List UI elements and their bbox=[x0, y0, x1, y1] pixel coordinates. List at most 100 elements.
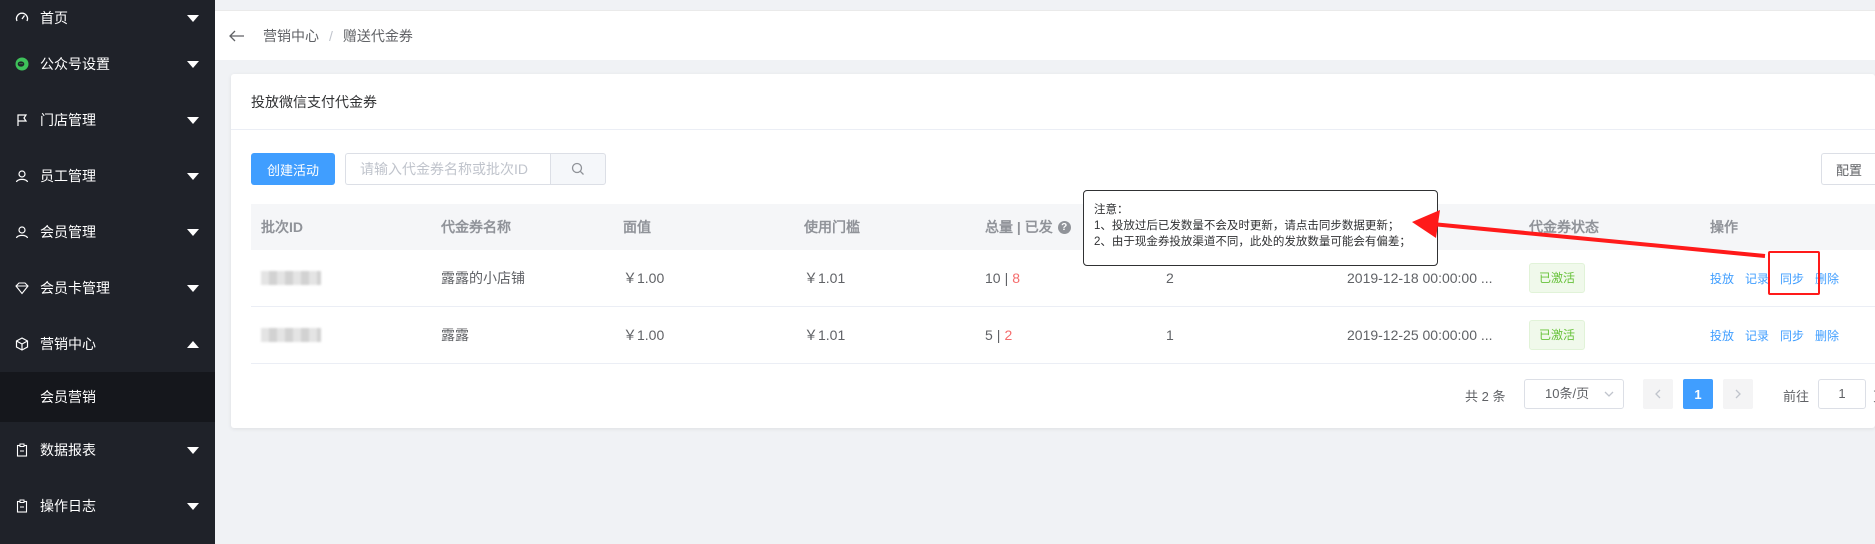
breadcrumb-separator: / bbox=[329, 27, 333, 44]
total-count: 10 bbox=[985, 270, 1001, 286]
records-link[interactable]: 记录 bbox=[1745, 327, 1769, 344]
col6-cell: 1 bbox=[1166, 327, 1174, 343]
back-arrow-icon[interactable] bbox=[229, 30, 249, 42]
sync-link[interactable]: 同步 bbox=[1768, 250, 1821, 295]
sync-link[interactable]: 同步 bbox=[1780, 327, 1804, 344]
cube-icon bbox=[14, 336, 30, 352]
flag-icon bbox=[14, 112, 30, 128]
redacted-batch-id bbox=[261, 328, 321, 342]
chevron-left-icon bbox=[1655, 389, 1661, 399]
search-input[interactable]: 请输入代金券名称或批次ID bbox=[345, 153, 551, 185]
chevron-right-icon bbox=[1735, 389, 1741, 399]
sidebar-item-marketing[interactable]: 营销中心 bbox=[0, 316, 215, 372]
header-coupon-name: 代金券名称 bbox=[441, 219, 511, 235]
threshold-cell: ￥1.01 bbox=[804, 327, 846, 343]
actions-cell: 投放 记录 同步 删除 bbox=[1700, 327, 1875, 344]
diamond-icon bbox=[14, 280, 30, 296]
chevron-down-icon bbox=[187, 173, 199, 180]
dashboard-icon bbox=[14, 10, 30, 26]
status-cell: 已激活 bbox=[1519, 263, 1700, 293]
search-button[interactable] bbox=[550, 153, 607, 185]
actions-cell: 投放 记录 同步 删除 bbox=[1700, 250, 1875, 295]
sidebar-item-label: 营销中心 bbox=[40, 336, 96, 352]
time-cell: 2019-12-25 00:00:00 ... bbox=[1347, 327, 1493, 343]
pipe-divider: | bbox=[996, 327, 1001, 343]
clipboard-icon bbox=[14, 442, 30, 458]
sidebar-item-label: 数据报表 bbox=[40, 442, 96, 458]
user-icon bbox=[14, 168, 30, 184]
batch-id-cell bbox=[251, 271, 431, 285]
deliver-link[interactable]: 投放 bbox=[1710, 270, 1734, 287]
sidebar-item-stores[interactable]: 门店管理 bbox=[0, 92, 215, 148]
page-number-current[interactable]: 1 bbox=[1683, 379, 1713, 409]
sidebar-item-label: 首页 bbox=[40, 10, 68, 26]
header-face-value: 面值 bbox=[623, 219, 651, 235]
help-icon[interactable]: ? bbox=[1057, 220, 1071, 234]
create-activity-button[interactable]: 创建活动 bbox=[251, 153, 336, 185]
redacted-batch-id bbox=[261, 271, 321, 285]
col6-cell: 2 bbox=[1166, 270, 1174, 286]
header-actions: 操作 bbox=[1710, 219, 1738, 235]
card-title: 投放微信支付代金券 bbox=[231, 74, 1875, 130]
total-sent-cell: 5 | 2 bbox=[975, 327, 1156, 343]
sidebar-item-label: 会员管理 bbox=[40, 224, 96, 240]
pipe-divider: | bbox=[1004, 270, 1009, 286]
deliver-link[interactable]: 投放 bbox=[1710, 327, 1734, 344]
pagination-total: 共 2 条 bbox=[1465, 389, 1506, 404]
breadcrumb: 营销中心 / 赠送代金券 bbox=[263, 26, 413, 46]
sidebar-item-home[interactable]: 首页 bbox=[0, 0, 215, 36]
chevron-down-icon bbox=[1604, 391, 1614, 397]
pagination: 共 2 条 10条/页 1 前往 1 页 bbox=[231, 379, 1875, 411]
notice-tooltip: 注意： 1、投放过后已发数量不会及时更新，请点击同步数据更新； 2、由于现金券投… bbox=[1083, 190, 1438, 266]
config-button[interactable]: 配置 bbox=[1821, 153, 1875, 185]
goto-page-input[interactable]: 1 bbox=[1818, 379, 1866, 409]
search-icon bbox=[571, 162, 584, 175]
status-badge: 已激活 bbox=[1529, 320, 1586, 350]
next-page-button[interactable] bbox=[1723, 379, 1753, 409]
table-row: 露露 ￥1.00 ￥1.01 5 | 2 1 2019-12-25 00:00:00… bbox=[251, 307, 1875, 364]
header-status: 代金券状态 bbox=[1529, 219, 1599, 235]
chevron-down-icon bbox=[187, 229, 199, 236]
batch-id-cell bbox=[251, 328, 431, 342]
search-group: 请输入代金券名称或批次ID bbox=[345, 153, 607, 185]
sidebar-subitem-member-marketing[interactable]: 会员营销 bbox=[0, 372, 215, 422]
chevron-down-icon bbox=[187, 285, 199, 292]
delete-link[interactable]: 删除 bbox=[1815, 327, 1839, 344]
tooltip-line-1: 1、投放过后已发数量不会及时更新，请点击同步数据更新； bbox=[1094, 220, 1400, 232]
face-value-cell: ￥1.00 bbox=[623, 270, 665, 286]
topbar: 营销中心 / 赠送代金券 bbox=[215, 10, 1875, 60]
page-size-value: 10条/页 bbox=[1545, 386, 1590, 401]
chevron-down-icon bbox=[187, 15, 199, 22]
sidebar-item-staff[interactable]: 员工管理 bbox=[0, 148, 215, 204]
chevron-down-icon bbox=[187, 503, 199, 510]
search-placeholder: 请输入代金券名称或批次ID bbox=[360, 161, 529, 177]
sent-count: 8 bbox=[1012, 270, 1021, 286]
sidebar-item-label: 门店管理 bbox=[40, 112, 96, 128]
page-size-select[interactable]: 10条/页 bbox=[1524, 379, 1624, 409]
coupon-table: 批次ID 代金券名称 面值 使用门槛 总量 | 已发 ? 代金券状态 操作 露露… bbox=[251, 204, 1875, 364]
sidebar-item-wechat-settings[interactable]: 公众号设置 bbox=[0, 36, 215, 92]
sidebar-item-logs[interactable]: 操作日志 bbox=[0, 478, 215, 534]
header-threshold: 使用门槛 bbox=[804, 219, 860, 235]
user-icon bbox=[14, 224, 30, 240]
threshold-cell: ￥1.01 bbox=[804, 270, 846, 286]
sidebar-item-label: 员工管理 bbox=[40, 168, 96, 184]
sidebar-item-member-cards[interactable]: 会员卡管理 bbox=[0, 260, 215, 316]
records-link[interactable]: 记录 bbox=[1745, 270, 1769, 287]
breadcrumb-current: 赠送代金券 bbox=[342, 27, 413, 44]
sidebar: 首页 公众号设置 门店管理 员工管理 会员管理 会员卡管理 营销中心 会员营销 … bbox=[0, 0, 215, 544]
breadcrumb-root[interactable]: 营销中心 bbox=[263, 26, 319, 46]
status-badge: 已激活 bbox=[1529, 263, 1586, 293]
time-cell: 2019-12-18 00:00:00 ... bbox=[1347, 270, 1493, 286]
header-batch-id: 批次ID bbox=[261, 219, 303, 235]
sidebar-item-members[interactable]: 会员管理 bbox=[0, 204, 215, 260]
sidebar-item-label: 会员卡管理 bbox=[40, 280, 110, 296]
sidebar-item-reports[interactable]: 数据报表 bbox=[0, 422, 215, 478]
sidebar-item-label: 公众号设置 bbox=[40, 56, 110, 72]
wechat-icon bbox=[14, 56, 30, 72]
coupon-name-cell: 露露 bbox=[441, 327, 469, 343]
sidebar-item-label: 操作日志 bbox=[40, 498, 96, 514]
clipboard-icon bbox=[14, 498, 30, 514]
chevron-down-icon bbox=[187, 447, 199, 454]
prev-page-button[interactable] bbox=[1643, 379, 1673, 409]
